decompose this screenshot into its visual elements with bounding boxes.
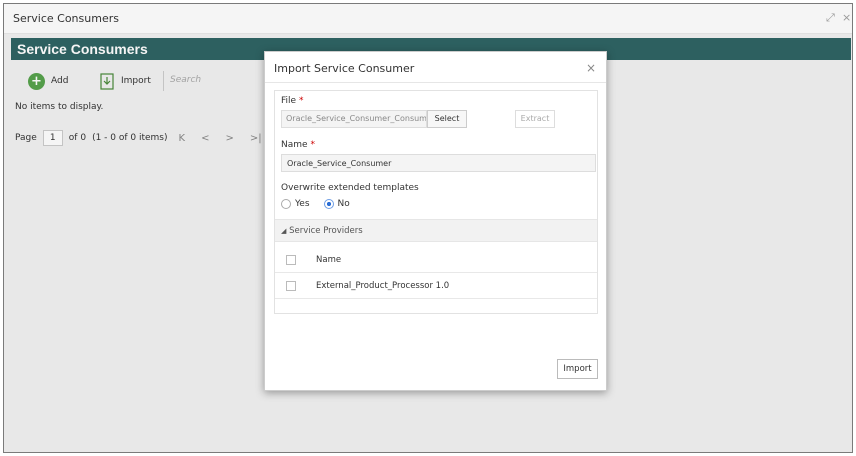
dialog-import-button[interactable]: Import	[557, 359, 598, 379]
maximize-icon[interactable]: ⤢	[826, 11, 835, 25]
dialog-title: Import Service Consumer	[274, 62, 415, 75]
radio-yes[interactable]: Yes	[281, 199, 310, 209]
close-window-icon[interactable]: ×	[842, 11, 851, 24]
radio-no-selected	[323, 199, 334, 209]
name-label-text: Name	[281, 140, 308, 150]
window-titlebar: Service Consumers ⤢ ×	[4, 4, 852, 34]
name-column-header: Name	[316, 254, 342, 265]
dialog-divider	[265, 82, 606, 83]
select-button[interactable]: Select	[427, 110, 467, 128]
file-path-field[interactable]: Oracle_Service_Consumer_Consume	[281, 110, 427, 128]
service-providers-header[interactable]: ◢ Service Providers	[275, 219, 597, 242]
radio-yes-circle	[281, 199, 291, 209]
name-label: Name *	[281, 140, 315, 150]
table-header-row: Name	[275, 247, 597, 273]
close-icon[interactable]: ×	[586, 61, 596, 75]
name-required-mark: *	[310, 140, 315, 150]
collapse-triangle-icon: ◢	[281, 227, 287, 235]
file-label: File *	[281, 96, 303, 106]
table-row[interactable]: External_Product_Processor 1.0	[275, 273, 597, 299]
file-required-mark: *	[298, 96, 304, 106]
import-service-consumer-dialog: Import Service Consumer × File * Oracle_…	[264, 51, 607, 391]
window-title: Service Consumers	[13, 12, 119, 25]
extract-button[interactable]: Extract	[515, 110, 555, 128]
radio-yes-label: Yes	[295, 199, 310, 209]
radio-no[interactable]: No	[323, 199, 350, 209]
name-field[interactable]: Oracle_Service_Consumer	[281, 154, 596, 172]
overwrite-label: Overwrite extended templates	[281, 183, 419, 193]
select-all-checkbox[interactable]	[286, 254, 296, 265]
radio-no-label: No	[337, 199, 350, 209]
file-label-text: File	[281, 96, 297, 106]
row-checkbox[interactable]	[286, 280, 296, 291]
provider-name: External_Product_Processor 1.0	[316, 280, 450, 291]
overwrite-radio-group: Yes No	[281, 199, 350, 209]
service-providers-title: Service Providers	[289, 226, 363, 236]
dialog-body: File * Oracle_Service_Consumer_Consume S…	[274, 90, 598, 314]
service-providers-table: Name External_Product_Processor 1.0	[275, 247, 597, 299]
